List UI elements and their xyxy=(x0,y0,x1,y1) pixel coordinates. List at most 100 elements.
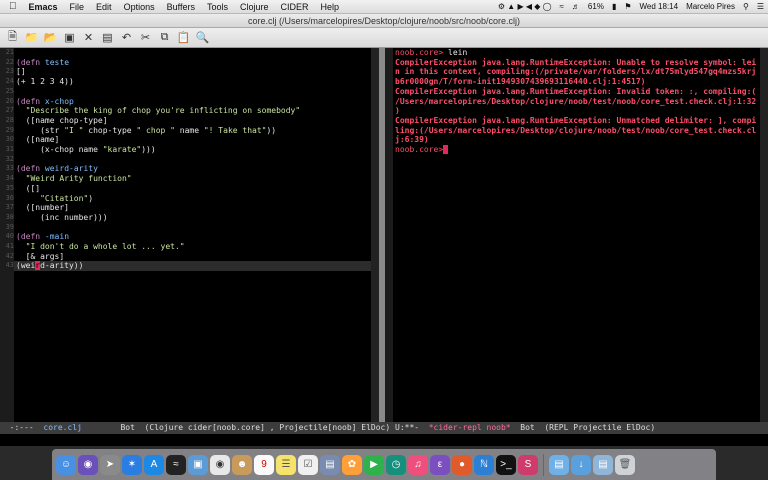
line-number: 43 xyxy=(5,261,14,270)
spotlight-icon[interactable]: ⚲ xyxy=(739,2,753,11)
menu-help[interactable]: Help xyxy=(315,2,346,12)
time-machine-icon[interactable]: ◷ xyxy=(386,454,406,475)
terminal-icon[interactable]: >_ xyxy=(496,454,516,475)
error-line: ling:(/Users/marcelopires/Desktop/clojur… xyxy=(395,125,757,135)
line-number: 28 xyxy=(5,115,14,124)
line-number-fringe: 21 22 23 24 25 26 27 28 29 30 31 32 33 34 35 36 37 38 39 40… xyxy=(0,48,14,422)
repl-output[interactable]: noob.core> lein CompilerException java.l… xyxy=(395,48,756,155)
error-line: CompilerException java.lang.RuntimeExcep… xyxy=(395,115,757,125)
repl-prompt-final: noob.core> xyxy=(395,145,444,155)
flag-icon[interactable]: ⚑ xyxy=(620,2,635,11)
finder-icon[interactable]: ☺ xyxy=(56,454,76,475)
source-code[interactable]: (defn teste [] (+ 1 2 3 4)) (defn x-chop… xyxy=(16,48,300,271)
right-scrollbar[interactable] xyxy=(760,48,768,422)
paste-icon[interactable]: 📋 xyxy=(175,30,192,46)
user-name[interactable]: Marcelo Pires xyxy=(682,2,739,11)
line-number: 22 xyxy=(5,57,14,66)
folder-icon[interactable]: ▤ xyxy=(549,454,569,475)
line-number: 36 xyxy=(5,193,14,202)
menu-edit[interactable]: Edit xyxy=(90,2,118,12)
error-line: b6r0000gn/T/form-init1949307439693116440… xyxy=(395,77,646,87)
line-number: 41 xyxy=(5,242,14,250)
app-icon[interactable]: ● xyxy=(452,454,472,475)
toolbar: 🗎 📁 📂 ▣ ✕ ▤ ↶ ✂ ⧉ 📋 🔍 xyxy=(0,28,768,48)
wifi-diagnostics-icon[interactable]: ≈ xyxy=(166,454,186,475)
minibuffer[interactable] xyxy=(0,434,768,446)
status-icons[interactable]: ⚙ ▲ ▶ ◀ ◆ ◯ xyxy=(494,2,556,11)
menu-tools[interactable]: Tools xyxy=(201,2,234,12)
slack-icon[interactable]: S xyxy=(518,454,538,475)
close-icon[interactable]: ✕ xyxy=(80,30,97,46)
search-icon[interactable]: 🔍 xyxy=(194,30,211,46)
facetime-icon[interactable]: ▶ xyxy=(364,454,384,475)
undo-icon[interactable]: ↶ xyxy=(118,30,135,46)
line-number: 38 xyxy=(5,212,14,221)
photos-icon[interactable]: ✿ xyxy=(342,454,362,475)
dock-separator xyxy=(543,453,544,476)
right-position: Bot xyxy=(520,423,535,432)
save-as-icon[interactable]: ▤ xyxy=(99,30,116,46)
preview-icon[interactable]: ▣ xyxy=(188,454,208,475)
new-file-icon[interactable]: 🗎 xyxy=(4,30,21,46)
wifi-icon[interactable]: ≈ xyxy=(556,2,568,11)
status-area: ⚙ ▲ ▶ ◀ ◆ ◯ ≈ ♬ 61% ▮ ⚑ Wed 18:14 Marcel… xyxy=(494,2,768,11)
battery-percent[interactable]: 61% xyxy=(584,2,608,11)
menu-cider[interactable]: CIDER xyxy=(274,2,314,12)
app-store-icon[interactable]: A xyxy=(144,454,164,475)
launchpad-icon[interactable]: ➤ xyxy=(100,454,120,475)
chrome-icon[interactable]: ◉ xyxy=(210,454,230,475)
line-number: 21 xyxy=(5,48,14,56)
right-buffer-name[interactable]: *cider-repl noob* xyxy=(429,423,511,432)
contacts-icon[interactable]: ☻ xyxy=(232,454,252,475)
cider-repl-pane[interactable]: noob.core> lein CompilerException java.l… xyxy=(385,48,768,422)
calendar-icon[interactable]: 9 xyxy=(254,454,274,475)
line-number: 31 xyxy=(5,145,14,153)
window-title: core.clj (/Users/marcelopires/Desktop/cl… xyxy=(0,14,768,28)
line-number: 27 xyxy=(5,106,14,115)
emacs-icon[interactable]: ε xyxy=(430,454,450,475)
left-scrollbar[interactable] xyxy=(371,48,379,422)
menu-bar:  Emacs File Edit Options Buffers Tools … xyxy=(0,0,768,14)
open-directory-icon[interactable]: 📂 xyxy=(42,30,59,46)
menu-buffers[interactable]: Buffers xyxy=(161,2,201,12)
repl-command: lein xyxy=(448,48,468,57)
error-line: n in this context, compiling:(/private/v… xyxy=(395,67,757,77)
line-number: 30 xyxy=(5,135,14,144)
mode-line: -:--- core.clj Bot (Clojure cider[noob.c… xyxy=(0,422,768,434)
save-icon[interactable]: ▣ xyxy=(61,30,78,46)
reminders-icon[interactable]: ☑ xyxy=(298,454,318,475)
line-number: 24 xyxy=(5,77,14,86)
documents-icon[interactable]: ▤ xyxy=(593,454,613,475)
notification-center-icon[interactable]: ☰ xyxy=(753,2,768,11)
dock: ☺ ◉ ➤ ✶ A ≈ ▣ ◉ ☻ 9 ☰ ☑ ▤ ✿ ▶ ◷ ♫ ε ● ℕ … xyxy=(52,449,716,480)
right-modes[interactable]: (REPL Projectile ElDoc) xyxy=(544,423,655,432)
app-menu[interactable]: Emacs xyxy=(23,2,64,12)
siri-icon[interactable]: ◉ xyxy=(78,454,98,475)
left-modes[interactable]: (Clojure cider[noob.core] , Projectile[n… xyxy=(145,423,391,432)
open-file-icon[interactable]: 📁 xyxy=(23,30,40,46)
copy-icon[interactable]: ⧉ xyxy=(156,30,173,46)
line-number: 29 xyxy=(5,125,14,134)
notes-icon[interactable]: ☰ xyxy=(276,454,296,475)
left-buffer-name[interactable]: core.clj xyxy=(43,423,82,432)
menu-options[interactable]: Options xyxy=(118,2,161,12)
clock[interactable]: Wed 18:14 xyxy=(636,2,683,11)
battery-icon[interactable]: ▮ xyxy=(608,2,620,11)
line-number: 26 xyxy=(5,96,14,105)
menu-clojure[interactable]: Clojure xyxy=(234,2,275,12)
editor-pane-core-clj[interactable]: 21 22 23 24 25 26 27 28 29 30 31 32 33 34 35 36 37 38 39 40… xyxy=(0,48,379,422)
itunes-icon[interactable]: ♫ xyxy=(408,454,428,475)
volume-icon[interactable]: ♬ xyxy=(568,2,584,11)
safari-icon[interactable]: ✶ xyxy=(122,454,142,475)
menu-file[interactable]: File xyxy=(64,2,91,12)
apple-menu-icon[interactable]:  xyxy=(0,1,23,12)
downloads-icon[interactable]: ↓ xyxy=(571,454,591,475)
line-number: 39 xyxy=(5,222,14,231)
cut-icon[interactable]: ✂ xyxy=(137,30,154,46)
vscode-icon[interactable]: ℕ xyxy=(474,454,494,475)
line-number: 35 xyxy=(5,183,14,192)
error-line: /Users/marcelopires/Desktop/clojure/noob… xyxy=(395,96,757,106)
photos-browser-icon[interactable]: ▤ xyxy=(320,454,340,475)
trash-icon[interactable]: 🗑 xyxy=(615,454,635,475)
error-line: ) xyxy=(395,106,400,116)
